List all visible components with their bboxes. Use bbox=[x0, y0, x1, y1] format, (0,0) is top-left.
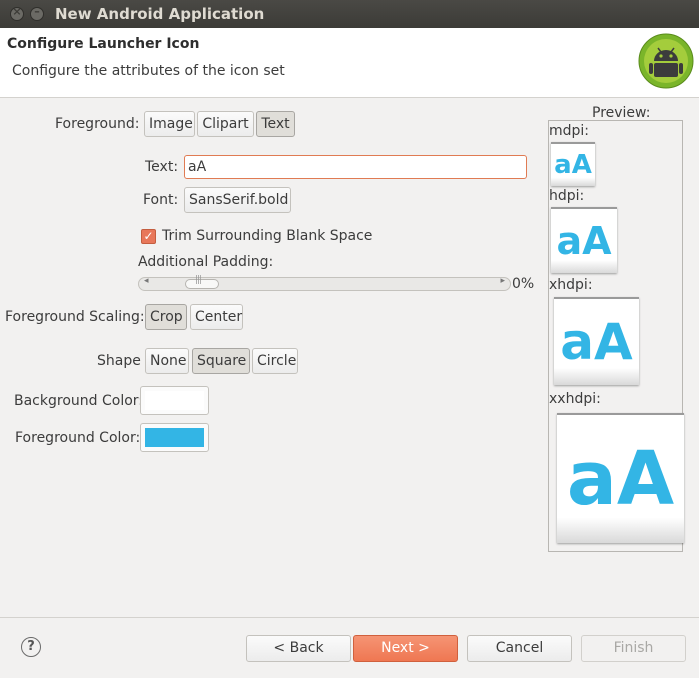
foreground-text-button[interactable]: Text bbox=[256, 111, 295, 137]
trim-checkbox[interactable]: ✓ bbox=[141, 229, 156, 244]
hdpi-icon-preview: aA bbox=[551, 207, 617, 273]
trim-label: Trim Surrounding Blank Space bbox=[162, 228, 373, 244]
scaling-center-button[interactable]: Center bbox=[190, 304, 243, 330]
padding-label: Additional Padding: bbox=[138, 254, 274, 270]
slider-left-arrow-icon[interactable]: ◂ bbox=[144, 276, 149, 286]
shape-square-button[interactable]: Square bbox=[192, 348, 250, 374]
shape-none-button[interactable]: None bbox=[145, 348, 189, 374]
font-label: Font: bbox=[143, 192, 179, 208]
fg-color-fill bbox=[145, 428, 204, 447]
foreground-image-button[interactable]: Image bbox=[144, 111, 195, 137]
padding-slider[interactable]: ◂ ||| ▸ bbox=[138, 275, 511, 291]
text-input[interactable]: aA bbox=[184, 155, 527, 179]
fg-color-swatch[interactable] bbox=[140, 423, 209, 452]
footer-divider bbox=[0, 617, 699, 618]
wizard-header: Configure Launcher Icon Configure the at… bbox=[0, 28, 699, 98]
shape-circle-button[interactable]: Circle bbox=[252, 348, 298, 374]
cancel-button[interactable]: Cancel bbox=[467, 635, 572, 662]
bg-color-fill bbox=[145, 391, 204, 410]
checkmark-icon: ✓ bbox=[143, 229, 154, 243]
minimize-icon: – bbox=[34, 5, 40, 18]
xhdpi-icon-preview: aA bbox=[554, 297, 639, 385]
scaling-crop-button[interactable]: Crop bbox=[145, 304, 187, 330]
font-button[interactable]: SansSerif.bold bbox=[184, 187, 291, 213]
preview-label: Preview: bbox=[592, 105, 651, 121]
foreground-clipart-button[interactable]: Clipart bbox=[197, 111, 254, 137]
hdpi-label: hdpi: bbox=[549, 188, 585, 204]
slider-right-arrow-icon[interactable]: ▸ bbox=[500, 276, 505, 286]
page-subtitle: Configure the attributes of the icon set bbox=[12, 63, 285, 79]
close-window-button[interactable]: × bbox=[10, 5, 24, 21]
finish-button[interactable]: Finish bbox=[581, 635, 686, 662]
page-title: Configure Launcher Icon bbox=[7, 36, 200, 52]
fg-color-label: Foreground Color: bbox=[15, 430, 141, 446]
mdpi-label: mdpi: bbox=[549, 123, 590, 139]
help-icon[interactable]: ? bbox=[21, 637, 41, 657]
bg-color-swatch[interactable] bbox=[140, 386, 209, 415]
scaling-label: Foreground Scaling: bbox=[5, 309, 145, 325]
foreground-label: Foreground: bbox=[55, 116, 140, 132]
android-logo-icon bbox=[638, 33, 694, 89]
xxhdpi-label: xxhdpi: bbox=[549, 391, 601, 407]
minimize-window-button[interactable]: – bbox=[30, 5, 44, 21]
padding-value: 0% bbox=[512, 276, 535, 292]
bg-color-label: Background Color: bbox=[14, 393, 143, 409]
slider-thumb[interactable]: ||| bbox=[185, 275, 219, 289]
back-button[interactable]: < Back bbox=[246, 635, 351, 662]
xhdpi-label: xhdpi: bbox=[549, 277, 593, 293]
shape-label: Shape bbox=[97, 353, 141, 369]
mdpi-icon-preview: aA bbox=[551, 142, 595, 186]
next-button[interactable]: Next > bbox=[353, 635, 458, 662]
window-title: New Android Application bbox=[55, 5, 265, 23]
xxhdpi-icon-preview: aA bbox=[557, 413, 684, 543]
text-label: Text: bbox=[145, 159, 179, 175]
close-icon: × bbox=[12, 5, 22, 18]
window-titlebar: × – New Android Application bbox=[0, 0, 699, 28]
